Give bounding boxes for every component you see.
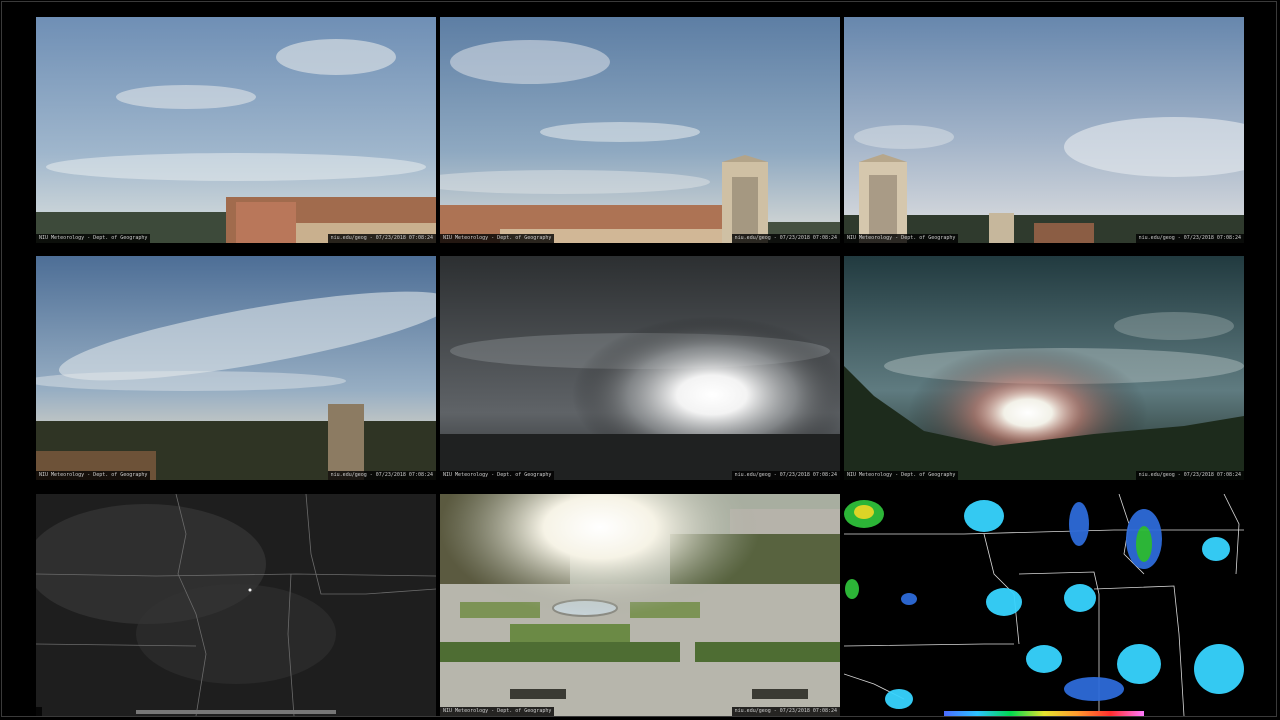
webcam-image-1 — [36, 17, 436, 243]
satellite-image — [36, 494, 436, 716]
webcam-caption-right: niu.edu/geog - 07/23/2018 07:08:24 — [327, 234, 436, 243]
webcam-image-plaza — [440, 494, 840, 716]
webcam-caption-right: niu.edu/geog - 07/23/2018 07:08:24 — [731, 471, 840, 480]
webcam-image-6 — [844, 256, 1244, 480]
radar-map — [844, 494, 1244, 716]
webcam-image-3 — [844, 17, 1244, 243]
satellite-caption-left — [36, 707, 42, 716]
webcam-caption-right: niu.edu/geog - 07/23/2018 07:08:24 — [327, 471, 436, 480]
webcam-caption-left: NIU Meteorology - Dept. of Geography — [440, 471, 555, 480]
webcam-caption-left: NIU Meteorology - Dept. of Geography — [844, 471, 959, 480]
webcam-caption-left: NIU Meteorology - Dept. of Geography — [440, 707, 555, 716]
webcam-image-2 — [440, 17, 840, 243]
webcam-tile-6[interactable]: NIU Meteorology - Dept. of Geography niu… — [844, 256, 1244, 480]
webcam-tile-2[interactable]: NIU Meteorology - Dept. of Geography niu… — [440, 17, 840, 243]
satellite-tile[interactable] — [36, 494, 436, 716]
radar-tile[interactable] — [844, 494, 1244, 716]
webcam-tile-3[interactable]: NIU Meteorology - Dept. of Geography niu… — [844, 17, 1244, 243]
webcam-caption-left: NIU Meteorology - Dept. of Geography — [36, 234, 151, 243]
webcam-caption-left: NIU Meteorology - Dept. of Geography — [36, 471, 151, 480]
radar-color-scale — [944, 711, 1144, 716]
webcam-image-5 — [440, 256, 840, 480]
webcam-tile-1[interactable]: NIU Meteorology - Dept. of Geography niu… — [36, 17, 436, 243]
webcam-tile-4[interactable]: NIU Meteorology - Dept. of Geography niu… — [36, 256, 436, 480]
webcam-tile-5[interactable]: NIU Meteorology - Dept. of Geography niu… — [440, 256, 840, 480]
webcam-caption-right: niu.edu/geog - 07/23/2018 07:08:24 — [731, 234, 840, 243]
webcam-caption-right: niu.edu/geog - 07/23/2018 07:08:24 — [731, 707, 840, 716]
webcam-tile-plaza[interactable]: NIU Meteorology - Dept. of Geography niu… — [440, 494, 840, 716]
webcam-image-4 — [36, 256, 436, 480]
webcam-caption-left: NIU Meteorology - Dept. of Geography — [440, 234, 555, 243]
webcam-caption-right: niu.edu/geog - 07/23/2018 07:08:24 — [1135, 234, 1244, 243]
webcam-caption-left: NIU Meteorology - Dept. of Geography — [844, 234, 959, 243]
webcam-caption-right: niu.edu/geog - 07/23/2018 07:08:24 — [1135, 471, 1244, 480]
